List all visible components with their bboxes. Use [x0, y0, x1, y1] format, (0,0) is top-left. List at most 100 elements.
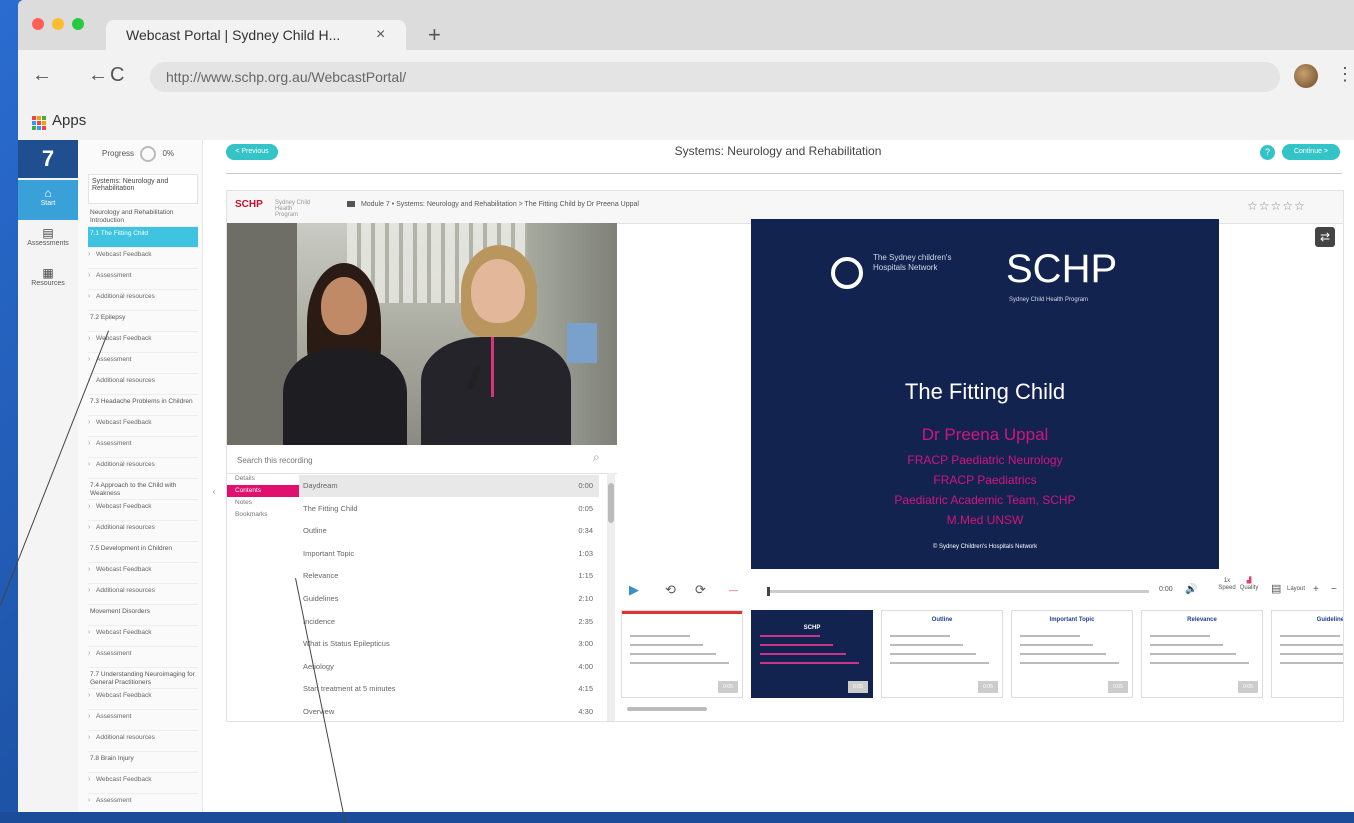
- slide-thumbnail[interactable]: Important Topic 0:05: [1011, 610, 1133, 698]
- zoom-out-button[interactable]: −: [1331, 584, 1337, 595]
- reload-icon[interactable]: C: [110, 64, 124, 87]
- tab-close-icon[interactable]: ×: [376, 26, 385, 44]
- chapter-item[interactable]: The Fitting Child 0:05: [299, 498, 599, 520]
- toc-item[interactable]: › Webcast Feedback: [88, 773, 198, 794]
- toc-item-label: 7.2 Epilepsy: [90, 314, 126, 321]
- rail-item-resources[interactable]: ▦ Resources: [18, 260, 78, 300]
- new-tab-button[interactable]: +: [428, 22, 441, 48]
- chapter-item[interactable]: Incidence 2:35: [299, 611, 599, 633]
- maximize-window-button[interactable]: [72, 18, 84, 30]
- toc-item[interactable]: › Assessment: [88, 710, 198, 731]
- chevron-right-icon: ›: [88, 776, 91, 783]
- close-window-button[interactable]: [32, 18, 44, 30]
- swap-view-icon[interactable]: ⇄: [1315, 227, 1335, 247]
- help-icon[interactable]: ?: [1260, 145, 1275, 160]
- volume-icon[interactable]: 🔊: [1185, 584, 1197, 595]
- slide-thumbnail[interactable]: SCHP 0:05: [751, 610, 873, 698]
- forward-icon[interactable]: ⟳: [695, 582, 706, 598]
- speed-control[interactable]: 1x Speed: [1215, 578, 1239, 592]
- toc-item[interactable]: ›Additional resources: [88, 521, 198, 542]
- subtab-bookmarks[interactable]: Bookmarks: [227, 509, 299, 521]
- subtab-notes[interactable]: Notes: [227, 497, 299, 509]
- rewind-icon[interactable]: ⟲: [665, 582, 676, 598]
- chapter-item[interactable]: Overview 4:30: [299, 701, 599, 721]
- search-recording-input[interactable]: [235, 451, 579, 469]
- slide-thumbnail[interactable]: Outline 0:05: [881, 610, 1003, 698]
- chapter-item[interactable]: What is Status Epilepticus 3:00: [299, 633, 599, 655]
- timeline-handle[interactable]: [767, 587, 770, 596]
- toc-item[interactable]: › Webcast Feedback: [88, 332, 198, 353]
- toc-item[interactable]: ›Additional resources: [88, 374, 198, 395]
- chapter-item[interactable]: Outline 0:34: [299, 520, 599, 542]
- toc-item[interactable]: › Webcast Feedback: [88, 416, 198, 437]
- presentation-slide[interactable]: The Sydney children's Hospitals Network …: [751, 219, 1219, 569]
- search-icon[interactable]: ⌕: [593, 450, 600, 465]
- subtab-contents[interactable]: Contents: [227, 485, 299, 497]
- slide-brand: SCHP: [1006, 247, 1118, 291]
- layout-label[interactable]: Layout: [1287, 586, 1305, 592]
- slide-thumbnail[interactable]: Relevance 0:05: [1141, 610, 1263, 698]
- forward-arrow-icon[interactable]: ←: [88, 64, 108, 87]
- quality-label: Quality: [1239, 585, 1259, 591]
- toc-item[interactable]: 7.7 Understanding Neuroimaging for Gener…: [88, 668, 198, 689]
- toc-item[interactable]: › Assessment: [88, 647, 198, 668]
- chevron-right-icon: ›: [88, 797, 91, 804]
- rail-item-assessments[interactable]: ▤ Assessments: [18, 220, 78, 260]
- timeline-scrubber[interactable]: [767, 587, 1149, 596]
- chapter-item[interactable]: Start treatment at 5 minutes 4:15: [299, 678, 599, 700]
- chapter-scroll-thumb[interactable]: [608, 483, 614, 523]
- profile-avatar[interactable]: [1294, 64, 1318, 88]
- minimize-window-button[interactable]: [52, 18, 64, 30]
- toc-item[interactable]: 7.1 The Fitting Child: [88, 227, 198, 248]
- presenter-video[interactable]: [227, 223, 617, 445]
- chapter-item[interactable]: Daydream 0:00: [299, 475, 599, 497]
- thumbnail-scrollbar[interactable]: [619, 706, 1343, 712]
- toc-item[interactable]: › Assessment: [88, 794, 198, 812]
- toc-item[interactable]: 7.4 Approach to the Child with Weakness: [88, 479, 198, 500]
- toc-item[interactable]: › Assessment: [88, 269, 198, 290]
- browser-tab[interactable]: Webcast Portal | Sydney Child H... ×: [106, 20, 406, 50]
- toc-item[interactable]: ›Additional resources: [88, 290, 198, 311]
- toc-item[interactable]: ›Additional resources: [88, 731, 198, 752]
- apps-bookmark[interactable]: Apps: [52, 112, 86, 129]
- toc-item[interactable]: Neurology and Rehabilitation Introductio…: [88, 206, 198, 227]
- toc-item[interactable]: › Webcast Feedback: [88, 689, 198, 710]
- toc-item[interactable]: › Webcast Feedback: [88, 626, 198, 647]
- toc-item[interactable]: 7.8 Brain Injury: [88, 752, 198, 773]
- toc-item[interactable]: 7.3 Headache Problems in Children: [88, 395, 198, 416]
- zoom-in-button[interactable]: +: [1313, 584, 1319, 595]
- browser-menu-icon[interactable]: ⋮: [1336, 64, 1354, 85]
- play-icon[interactable]: ▶: [629, 582, 639, 598]
- layout-icon[interactable]: ▤: [1271, 582, 1281, 595]
- back-arrow-icon[interactable]: ←: [32, 64, 52, 87]
- slide-thumbnail[interactable]: Guidelines0:05: [1271, 610, 1343, 698]
- subtab-details[interactable]: Details: [227, 473, 299, 485]
- thumbnail-scroll-thumb[interactable]: [627, 707, 707, 711]
- toc-item[interactable]: Movement Disorders: [88, 605, 198, 626]
- toc-item[interactable]: 7.5 Development in Children: [88, 542, 198, 563]
- chapter-item[interactable]: Aetiology 4:00: [299, 656, 599, 678]
- rail-item-start[interactable]: ⌂ Start: [18, 180, 78, 220]
- player-subtabs: Details Contents Notes Bookmarks: [227, 473, 299, 721]
- toc-item[interactable]: › Webcast Feedback: [88, 248, 198, 269]
- continue-button[interactable]: Continue >: [1282, 144, 1340, 160]
- toc-item[interactable]: › Assessment: [88, 353, 198, 374]
- star-rating[interactable]: ☆☆☆☆☆: [1247, 199, 1306, 213]
- slide-thumbnail[interactable]: 0:05: [621, 610, 743, 698]
- chapter-item[interactable]: Guidelines 2:10: [299, 588, 599, 610]
- toc-item[interactable]: ›Additional resources: [88, 458, 198, 479]
- toc-item[interactable]: › Webcast Feedback: [88, 500, 198, 521]
- toc-item[interactable]: 7.2 Epilepsy: [88, 311, 198, 332]
- chapter-item[interactable]: Important Topic 1:03: [299, 543, 599, 565]
- toc-item[interactable]: › Webcast Feedback: [88, 563, 198, 584]
- bookmark-marker-icon[interactable]: —: [729, 585, 738, 595]
- chapter-item[interactable]: Relevance 1:15: [299, 565, 599, 587]
- chapter-scrollbar[interactable]: [607, 473, 615, 721]
- toc-item[interactable]: › Assessment: [88, 437, 198, 458]
- toc-item[interactable]: ›Additional resources: [88, 584, 198, 605]
- apps-grid-icon[interactable]: [32, 116, 46, 130]
- address-bar[interactable]: http://www.schp.org.au/WebcastPortal/: [150, 62, 1280, 92]
- breadcrumb[interactable]: Module 7 • Systems: Neurology and Rehabi…: [347, 201, 639, 208]
- collapse-panel-icon[interactable]: ‹: [209, 481, 219, 503]
- quality-control[interactable]: ▟ Quality: [1237, 578, 1261, 592]
